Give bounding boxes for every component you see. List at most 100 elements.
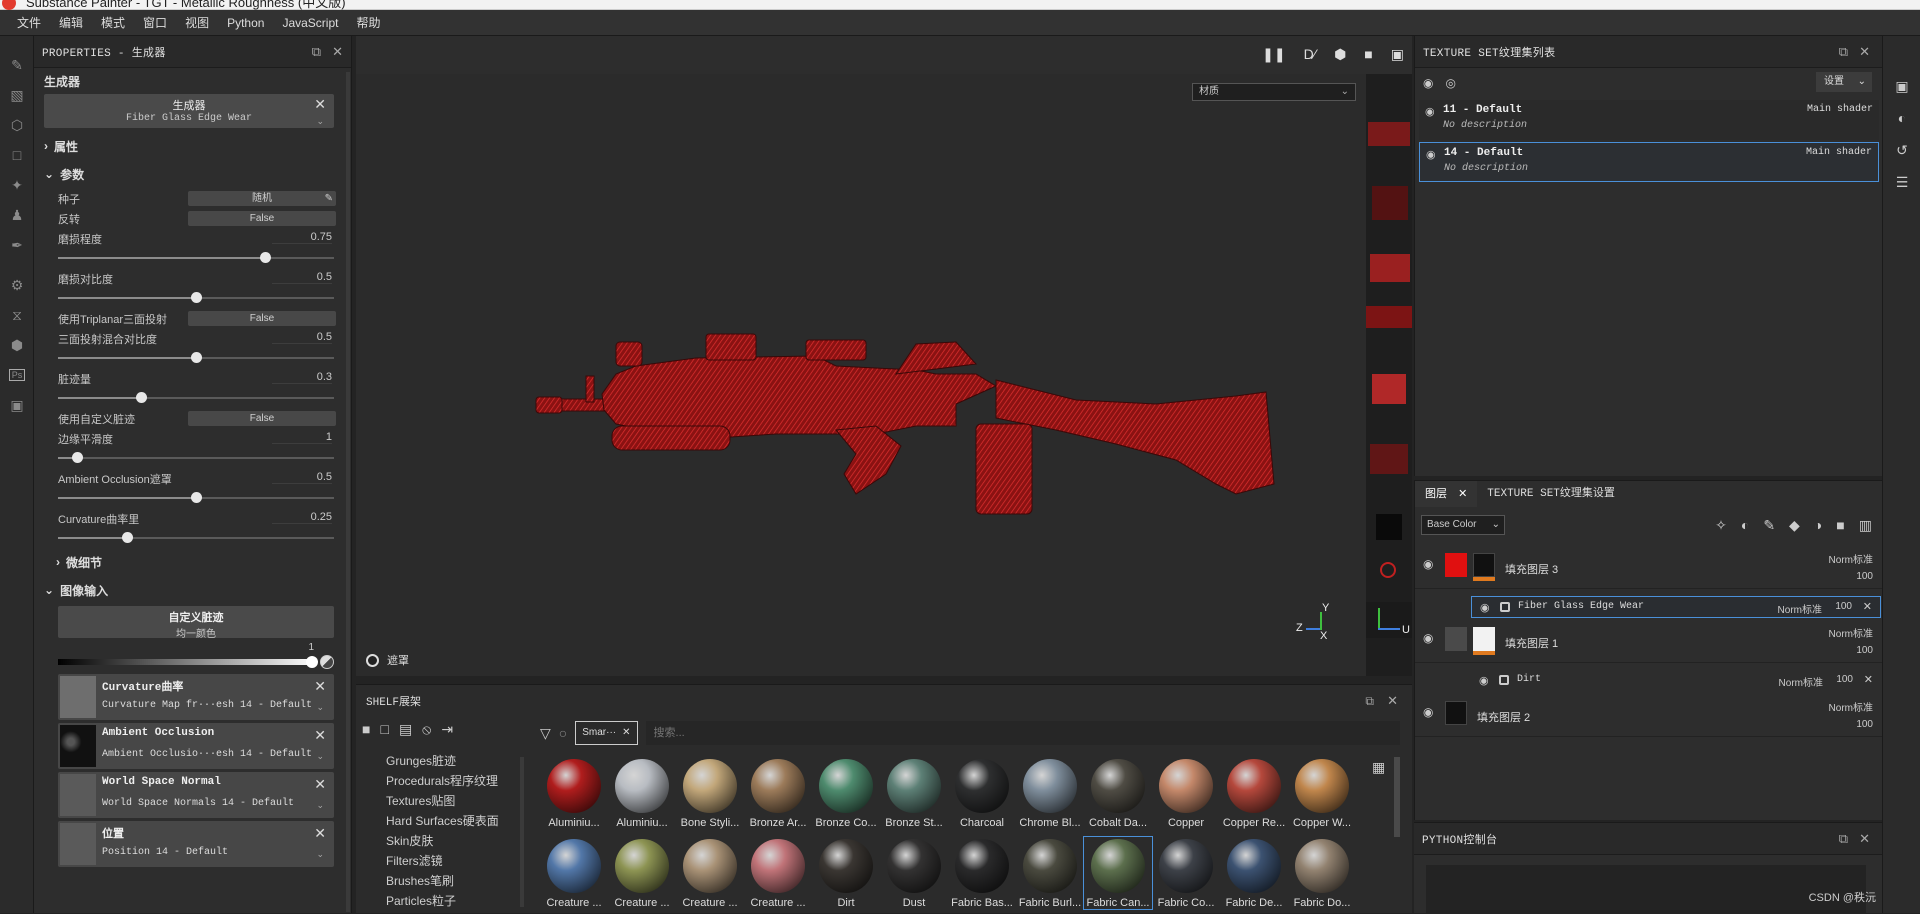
log-icon[interactable]: ☰ (1883, 166, 1920, 198)
tri-blend-slider[interactable] (58, 348, 334, 368)
material-item[interactable]: Dust (880, 837, 948, 909)
delete-icon[interactable]: ▥ (1859, 517, 1872, 534)
wear-contrast-slider[interactable] (58, 288, 334, 308)
close-icon[interactable]: ✕ (1859, 44, 1870, 60)
texture-set-item[interactable]: ◉ 11 - Default No description Main shade… (1419, 100, 1879, 140)
texture-set-item-selected[interactable]: ◉ 14 - Default No description Main shade… (1419, 142, 1879, 182)
filter-tag[interactable]: Smar···✕ (575, 721, 637, 745)
export-icon[interactable]: ▣ (0, 390, 34, 420)
close-icon[interactable]: ✕ (332, 44, 343, 60)
triplanar-toggle[interactable]: False (188, 311, 336, 326)
pencil-icon[interactable]: ✎ (325, 191, 333, 206)
eye-icon[interactable]: ◉ (1423, 557, 1433, 571)
chevron-down-icon[interactable]: ⌄ (316, 751, 324, 762)
shelf-categories-scrollbar[interactable] (520, 757, 524, 907)
input-ao[interactable]: Ambient Occlusion Ambient Occlusio···esh… (58, 723, 334, 769)
effect-row-selected[interactable]: ◉ Fiber Glass Edge Wear Norm标准 100 ✕ (1471, 596, 1881, 618)
curv-value[interactable]: 0.25 (272, 511, 332, 524)
add-fill-layer-icon[interactable]: ◆ (1789, 517, 1800, 534)
close-icon[interactable]: ✕ (1863, 600, 1872, 613)
close-icon[interactable]: ✕ (314, 727, 326, 744)
input-curvature[interactable]: Curvature曲率 Curvature Map fr···esh 14 - … (58, 674, 334, 720)
eye-icon[interactable]: ◎ (1445, 76, 1455, 90)
tri-blend-value[interactable]: 0.5 (272, 331, 332, 344)
menu-help[interactable]: 帮助 (347, 14, 389, 31)
layer-color-swatch[interactable] (1445, 553, 1467, 577)
add-mask-icon[interactable]: ◐ (1741, 517, 1749, 534)
float-panel-icon[interactable]: ⧉ (312, 44, 321, 60)
pause-icon[interactable]: ❚❚ (1262, 46, 1285, 63)
shader-settings-icon[interactable]: ◐ (1883, 102, 1920, 134)
custom-dirt-picker[interactable]: 自定义脏迹 均一颜色 (58, 606, 334, 638)
layer-row[interactable]: ◉ 填充图层 1 Norm标准 100 (1415, 619, 1883, 663)
shelf-search-input[interactable] (646, 721, 1400, 745)
menu-mode[interactable]: 模式 (92, 14, 134, 31)
paint-brush-icon[interactable]: ✎ (0, 50, 34, 80)
save-icon[interactable]: ▤ (399, 721, 412, 738)
effect-row[interactable]: ◉ Dirt Norm标准 100 ✕ (1471, 670, 1881, 692)
material-item[interactable]: Creature ... (540, 837, 608, 909)
view-mode-icon[interactable]: D⁄ (1304, 46, 1316, 63)
edge-smooth-slider[interactable] (58, 448, 334, 468)
chevron-down-icon[interactable]: ⌄ (316, 849, 324, 860)
screenshot-icon[interactable]: ▣ (1391, 46, 1404, 63)
wear-level-slider[interactable] (58, 248, 334, 268)
chevron-down-icon[interactable]: ⌄ (316, 702, 324, 713)
close-icon[interactable]: ✕ (1859, 831, 1870, 847)
material-item[interactable]: Bronze Ar... (744, 757, 812, 829)
smudge-icon[interactable]: ✦ (0, 170, 34, 200)
layer-row[interactable]: ◉ 填充图层 3 Norm标准 100 (1415, 545, 1883, 589)
material-item[interactable]: Fabric Co... (1152, 837, 1220, 909)
dirt-value[interactable]: 0.3 (272, 371, 332, 384)
attributes-section[interactable]: ›属性 (34, 132, 344, 160)
layer-color-swatch[interactable] (1445, 627, 1467, 651)
hide-icon[interactable]: ⦸ (422, 721, 431, 738)
material-item[interactable]: Copper Re... (1220, 757, 1288, 829)
category-brushes[interactable]: Brushes笔刷 (386, 871, 526, 891)
add-effect-icon[interactable]: ✧ (1715, 517, 1727, 534)
layer-opacity[interactable]: 100 (1856, 571, 1873, 582)
color-picker-icon[interactable]: ✒ (0, 230, 34, 260)
add-smart-material-icon[interactable]: ◑ (1814, 517, 1822, 534)
ao-slider[interactable] (58, 488, 334, 508)
material-item[interactable]: Fabric Can... (1084, 837, 1152, 909)
close-icon[interactable]: ✕ (1864, 673, 1873, 686)
add-paint-layer-icon[interactable]: ✎ (1763, 517, 1775, 534)
material-item[interactable]: Aluminiu... (608, 757, 676, 829)
ao-value[interactable]: 0.5 (272, 471, 332, 484)
tab-layers[interactable]: 图层 ✕ (1415, 481, 1477, 507)
menu-javascript[interactable]: JavaScript (273, 16, 347, 30)
float-panel-icon[interactable]: ⧉ (1839, 831, 1848, 847)
eye-icon[interactable]: ◉ (1423, 631, 1433, 645)
layer-color-swatch[interactable] (1445, 701, 1467, 725)
menu-edit[interactable]: 编辑 (50, 14, 92, 31)
material-item[interactable]: Fabric Bas... (948, 837, 1016, 909)
close-icon[interactable]: ✕ (622, 722, 630, 744)
properties-scrollbar[interactable] (346, 72, 350, 912)
category-hard-surfaces[interactable]: Hard Surfaces硬表面 (386, 811, 526, 831)
close-icon[interactable]: ✕ (1387, 693, 1398, 709)
float-panel-icon[interactable]: ⧉ (1839, 44, 1848, 60)
refresh-icon[interactable]: ○ (559, 725, 567, 741)
layer-opacity[interactable]: 100 (1856, 645, 1873, 656)
category-skin[interactable]: Skin皮肤 (386, 831, 526, 851)
category-filters[interactable]: Filters滤镜 (386, 851, 526, 871)
new-shelf-icon[interactable]: □ (380, 721, 388, 738)
history-icon[interactable]: ↺ (1883, 134, 1920, 166)
layer-mask-thumbnail[interactable] (1473, 553, 1495, 577)
menu-view[interactable]: 视图 (176, 14, 218, 31)
micro-details-section[interactable]: ›微细节 (34, 548, 344, 576)
visibility-toggle-icon[interactable]: ◉ (1423, 76, 1433, 90)
material-item[interactable]: Fabric De... (1220, 837, 1288, 909)
measure-icon[interactable]: ⧖ (0, 300, 34, 330)
custom-dirt-toggle[interactable]: False (188, 411, 336, 426)
chevron-down-icon[interactable]: ⌄ (316, 116, 324, 127)
material-item[interactable]: Fabric Do... (1288, 837, 1356, 909)
curv-slider[interactable] (58, 528, 334, 548)
category-particles[interactable]: Particles粒子 (386, 891, 526, 911)
dirt-slider[interactable] (58, 388, 334, 408)
bake-icon[interactable]: ⚙ (0, 270, 34, 300)
material-item[interactable]: Fabric Burl... (1016, 837, 1084, 909)
viewport-3d[interactable]: ❚❚ D⁄ ⬢ ■ ▣ 材质⌄ (356, 36, 1412, 676)
layer-opacity[interactable]: 100 (1856, 719, 1873, 730)
